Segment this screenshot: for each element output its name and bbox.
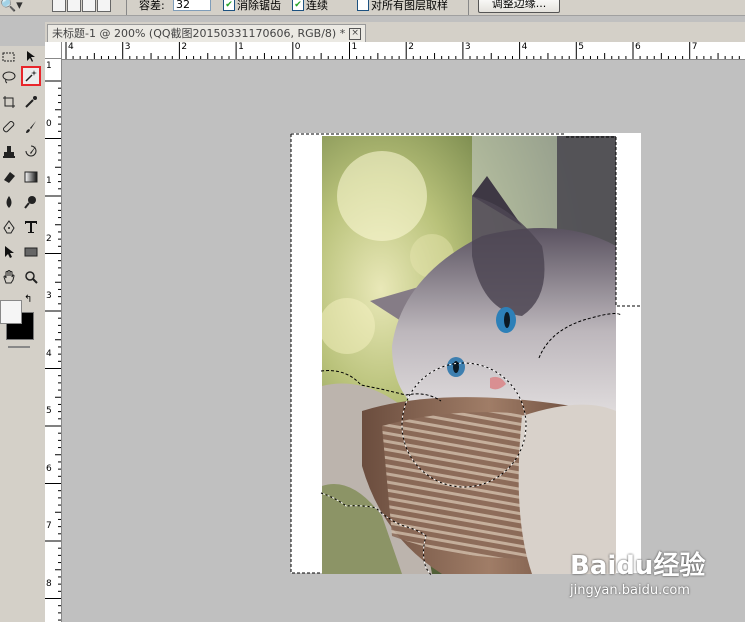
watermark-brand: Baidu经验 (570, 551, 706, 581)
tool-preset-picker[interactable]: 🔍▾ (0, 0, 42, 14)
ruler-tick-label: 6 (635, 42, 641, 52)
healing-brush-icon[interactable] (0, 118, 18, 136)
contiguous-check-icon: ✔ (292, 0, 304, 11)
subtract-from-selection-icon[interactable] (82, 0, 96, 12)
ruler-tick-label: 4 (521, 42, 528, 52)
ruler-tick-label: 7 (46, 521, 52, 531)
eyedropper-icon[interactable] (22, 93, 40, 111)
ruler-tick-label: 2 (181, 42, 188, 52)
ruler-tick-label: 5 (578, 42, 585, 52)
ruler-tick-label: 1 (46, 176, 52, 186)
eraser-icon[interactable] (0, 168, 18, 186)
selection-mode-group (52, 0, 111, 12)
foreground-color-swatch[interactable] (0, 300, 22, 324)
tolerance-input[interactable]: 32 (173, 0, 211, 11)
magic-wand-icon[interactable] (21, 66, 41, 86)
marquee-icon[interactable] (0, 48, 18, 66)
close-icon[interactable]: × (349, 28, 362, 40)
ruler-tick-label: 7 (691, 42, 698, 52)
ruler-tick-label: 2 (46, 233, 52, 244)
sample-all-layers-checkbox[interactable]: 对所有图层取样 (357, 0, 448, 13)
ruler-origin[interactable] (45, 42, 62, 59)
horizontal-ruler[interactable]: 43210123456789101 (62, 42, 745, 60)
zoom-icon[interactable] (22, 268, 40, 286)
ruler-tick-label: 8 (46, 578, 52, 589)
document-tab-title: 未标题-1 @ 200% (QQ截图20150331170606, RGB/8)… (52, 27, 346, 40)
hand-icon[interactable] (0, 268, 18, 286)
path-selection-icon[interactable] (0, 243, 18, 261)
ruler-tick-label: 3 (124, 42, 131, 52)
anti-alias-check-icon: ✔ (223, 0, 235, 11)
ruler-tick-label: 1 (46, 61, 52, 71)
ruler-tick-label: 5 (46, 406, 52, 416)
swap-colors-icon[interactable]: ↰ (24, 294, 32, 305)
watermark-url: jingyan.baidu.com (570, 583, 690, 598)
rectangle-shape-icon[interactable] (22, 243, 40, 261)
move-icon[interactable] (22, 48, 40, 66)
ruler-tick-label: 1 (351, 42, 358, 52)
vertical-ruler-ticks (45, 80, 61, 621)
intersect-selection-icon[interactable] (97, 0, 111, 12)
dodge-icon[interactable] (22, 193, 40, 211)
ruler-tick-label: 0 (294, 42, 301, 52)
color-swatches: ↰ (0, 294, 40, 343)
add-to-selection-icon[interactable] (67, 0, 81, 12)
horizontal-ruler-ticks (65, 42, 740, 59)
ruler-tick-label: 2 (408, 42, 414, 52)
sample-all-layers-label: 对所有图层取样 (371, 0, 448, 12)
ruler-tick-label: 4 (46, 348, 52, 359)
ruler-tick-label: 6 (46, 463, 52, 474)
ruler-tick-label: 3 (464, 42, 471, 52)
selection-marching-ants (290, 133, 641, 576)
gradient-icon[interactable] (22, 168, 40, 186)
anti-alias-checkbox[interactable]: ✔ 消除锯齿 (223, 0, 281, 13)
sample-all-layers-box-icon (357, 0, 369, 11)
refine-edge-button[interactable]: 调整边缘... (478, 0, 560, 13)
ruler-tick-label: 3 (46, 291, 52, 301)
document-tab-bar: 未标题-1 @ 200% (QQ截图20150331170606, RGB/8)… (45, 22, 745, 43)
type-icon[interactable] (22, 218, 40, 236)
clone-stamp-icon[interactable] (0, 143, 18, 161)
contiguous-label: 连续 (306, 0, 328, 12)
history-brush-icon[interactable] (22, 143, 40, 161)
quick-mask-icon[interactable] (8, 346, 30, 348)
tolerance-label: 容差: (139, 0, 165, 12)
ruler-tick-label: 1 (238, 42, 244, 52)
crop-icon[interactable] (0, 93, 18, 111)
pen-icon[interactable] (0, 218, 18, 236)
options-separator (126, 0, 127, 15)
vertical-ruler[interactable]: 1 0 1 2 3 4 5 6 7 8 (45, 59, 62, 622)
options-bar: 🔍▾ 容差: 32 ✔ 消除锯齿 ✔ 连续 对所有图层取样 调整边缘... (0, 0, 745, 16)
document-tab[interactable]: 未标题-1 @ 200% (QQ截图20150331170606, RGB/8)… (47, 24, 367, 42)
ruler-tick-label: 4 (68, 42, 74, 52)
contiguous-checkbox[interactable]: ✔ 连续 (292, 0, 328, 13)
lasso-icon[interactable] (0, 68, 18, 86)
anti-alias-label: 消除锯齿 (237, 0, 281, 12)
blur-icon[interactable] (0, 193, 18, 211)
baidu-watermark: Baidu经验 jingyan.baidu.com (570, 545, 740, 605)
options-separator (468, 0, 469, 15)
toolbox: ↰ (0, 46, 46, 622)
brush-icon[interactable] (22, 118, 40, 136)
ruler-tick-label: 0 (46, 118, 52, 129)
canvas-area[interactable] (62, 60, 745, 622)
new-selection-icon[interactable] (52, 0, 66, 12)
